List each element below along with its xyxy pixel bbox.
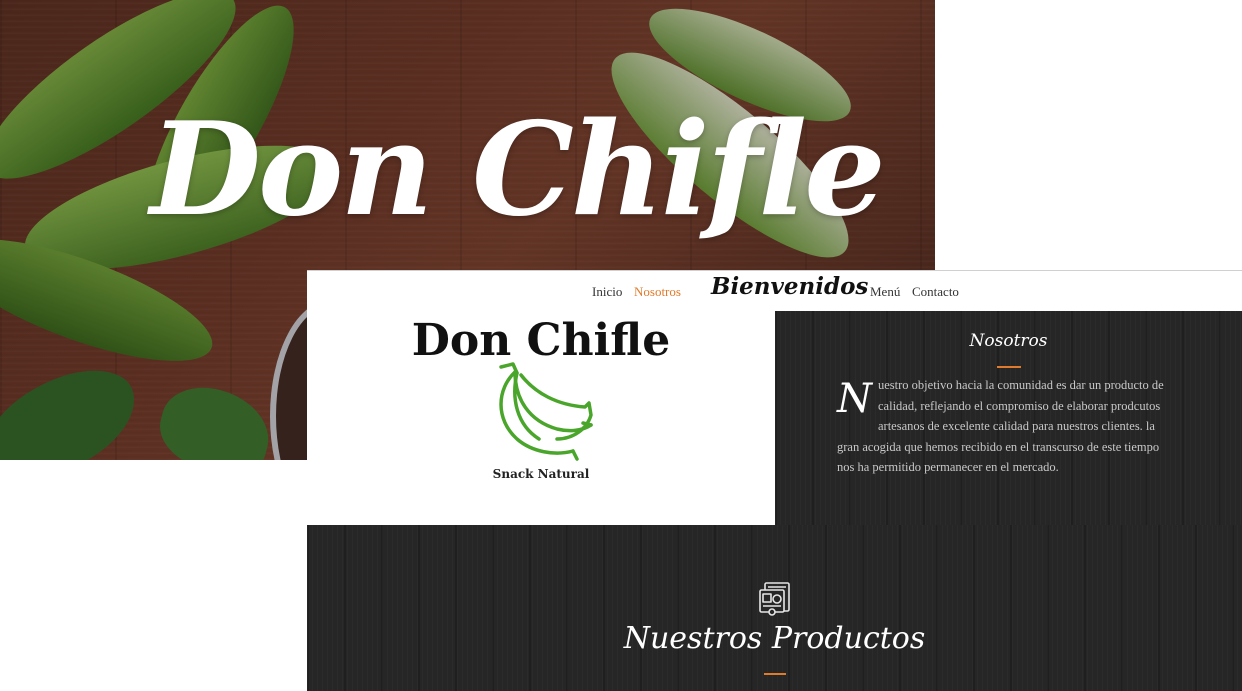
logo-subtitle: Snack Natural — [492, 467, 590, 481]
banana-icon — [499, 362, 593, 461]
about-dropcap: N — [837, 376, 872, 422]
main-navbar: Inicio Nosotros Bienvenidos Menú Contact… — [307, 270, 1242, 312]
nav-link-menu[interactable]: Menú — [870, 284, 900, 300]
about-body: uestro objetivo hacia la comunidad es da… — [837, 378, 1164, 474]
hero-title: Don Chifle — [150, 95, 886, 245]
about-text: Nuestro objetivo hacia la comunidad es d… — [837, 375, 1175, 478]
about-divider — [997, 366, 1021, 368]
about-title: Nosotros — [969, 331, 1048, 351]
nav-link-inicio[interactable]: Inicio — [592, 284, 622, 300]
nav-brand[interactable]: Bienvenidos — [711, 273, 868, 300]
nav-link-contacto[interactable]: Contacto — [912, 284, 959, 300]
products-divider — [764, 673, 786, 675]
about-section: Nosotros Nuestro objetivo hacia la comun… — [775, 311, 1242, 525]
nav-link-nosotros[interactable]: Nosotros — [634, 284, 681, 300]
products-title: Nuestros Productos — [623, 621, 926, 656]
logo-panel: Don Chifle Snack Natural — [307, 311, 775, 525]
products-section: Nuestros Productos — [307, 525, 1242, 691]
products-icon — [759, 582, 790, 616]
